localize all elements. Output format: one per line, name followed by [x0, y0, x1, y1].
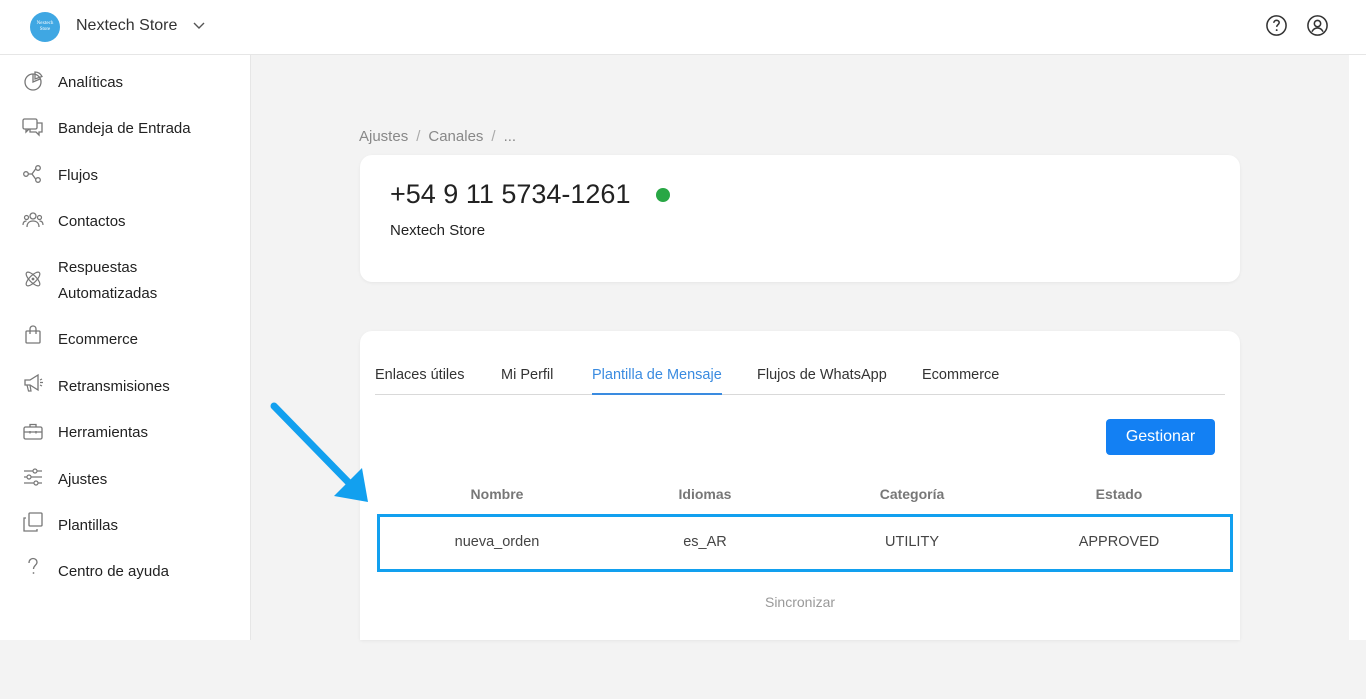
sidebar-item-ayuda[interactable]: Centro de ayuda — [0, 557, 250, 585]
top-bar: Nextech Store Nextech Store — [0, 0, 1366, 55]
shopping-bag-icon — [25, 325, 41, 344]
sidebar-item-label: Retransmisiones — [58, 378, 170, 395]
question-icon — [28, 557, 38, 574]
copy-icon — [23, 512, 43, 532]
tab-plantilla-de-mensaje[interactable]: Plantilla de Mensaje — [592, 367, 722, 395]
pie-chart-icon — [24, 71, 43, 91]
scrollbar[interactable] — [1349, 55, 1366, 640]
sidebar-item-label: Plantillas — [58, 517, 119, 534]
contacts-icon — [22, 212, 44, 228]
sidebar-item-plantillas[interactable]: Plantillas — [0, 512, 250, 539]
breadcrumb-item-current: ... — [503, 128, 517, 145]
tab-ecommerce[interactable]: Ecommerce — [922, 367, 999, 395]
channel-card: +54 9 11 5734-1261 Nextech Store — [360, 155, 1240, 282]
sidebar-item-ecommerce[interactable]: Ecommerce — [0, 325, 250, 353]
breadcrumb-separator: / — [416, 128, 421, 145]
breadcrumb: Ajustes / Canales / ... — [359, 128, 516, 145]
sidebar-item-label: Bandeja de Entrada — [58, 120, 191, 137]
annotation-arrow-icon — [270, 402, 368, 502]
channel-phone-number: +54 9 11 5734-1261 — [390, 179, 631, 209]
sincronizar-link[interactable]: Sincronizar — [765, 594, 835, 610]
chat-bubbles-icon — [22, 118, 43, 137]
atom-icon — [25, 271, 41, 287]
store-selector-label[interactable]: Nextech Store — [76, 17, 177, 35]
column-header-nombre: Nombre — [470, 486, 524, 502]
column-header-estado: Estado — [1095, 486, 1143, 502]
template-language-cell: es_AR — [683, 534, 727, 550]
sidebar-item-herramientas[interactable]: Herramientas — [0, 420, 250, 446]
breadcrumb-item-ajustes[interactable]: Ajustes — [359, 128, 408, 145]
chevron-down-icon[interactable] — [191, 17, 207, 33]
breadcrumb-separator: / — [491, 128, 496, 145]
sidebar: Analíticas Bandeja de Entrada Flujos Con… — [0, 55, 251, 640]
template-category-cell: UTILITY — [885, 534, 939, 550]
megaphone-icon — [24, 373, 43, 392]
gestionar-button[interactable]: Gestionar — [1106, 419, 1215, 455]
sidebar-item-label: Ajustes — [58, 471, 108, 488]
sidebar-item-flujos[interactable]: Flujos — [0, 163, 250, 189]
sliders-icon — [24, 468, 42, 486]
sidebar-item-retransmisiones[interactable]: Retransmisiones — [0, 373, 250, 400]
help-icon[interactable] — [1265, 14, 1288, 37]
sidebar-item-label: Contactos — [58, 213, 126, 230]
sidebar-item-label: Herramientas — [58, 424, 149, 441]
template-status-cell: APPROVED — [1078, 534, 1160, 550]
sidebar-item-label: Analíticas — [58, 74, 124, 91]
tab-flujos-de-whatsapp[interactable]: Flujos de WhatsApp — [757, 367, 887, 395]
channel-store-name: Nextech Store — [390, 222, 486, 239]
flow-nodes-icon — [23, 165, 41, 183]
sidebar-item-contactos[interactable]: Contactos — [0, 209, 250, 235]
templates-card: Enlaces útiles Mi Perfil Plantilla de Me… — [360, 331, 1240, 640]
sidebar-item-ajustes[interactable]: Ajustes — [0, 467, 250, 493]
tab-mi-perfil[interactable]: Mi Perfil — [501, 367, 553, 395]
column-header-idiomas: Idiomas — [678, 486, 732, 502]
sidebar-item-label: Centro de ayuda — [58, 563, 169, 580]
sidebar-item-label: Ecommerce — [58, 331, 139, 348]
sidebar-item-label-line-2: Automatizadas — [58, 285, 158, 302]
toolbox-icon — [23, 423, 43, 440]
template-name-cell: nueva_orden — [454, 534, 540, 550]
bottom-area — [0, 640, 1366, 699]
sidebar-item-analiticas[interactable]: Analíticas — [0, 70, 250, 96]
channel-tabs: Enlaces útiles Mi Perfil Plantilla de Me… — [375, 361, 1225, 395]
logo-text-line-2: Store — [39, 27, 51, 32]
channel-status-indicator — [656, 188, 670, 202]
column-header-categoria: Categoría — [879, 486, 945, 502]
user-account-icon[interactable] — [1306, 14, 1329, 37]
breadcrumb-item-canales[interactable]: Canales — [428, 128, 483, 145]
sidebar-item-label: Flujos — [58, 167, 99, 184]
store-logo[interactable]: Nextech Store — [30, 12, 60, 42]
sidebar-item-bandeja[interactable]: Bandeja de Entrada — [0, 116, 250, 142]
sidebar-item-respuestas[interactable]: Respuestas Automatizadas — [0, 255, 250, 307]
sidebar-item-label-line-1: Respuestas — [58, 259, 138, 276]
tab-enlaces-utiles[interactable]: Enlaces útiles — [375, 367, 464, 395]
